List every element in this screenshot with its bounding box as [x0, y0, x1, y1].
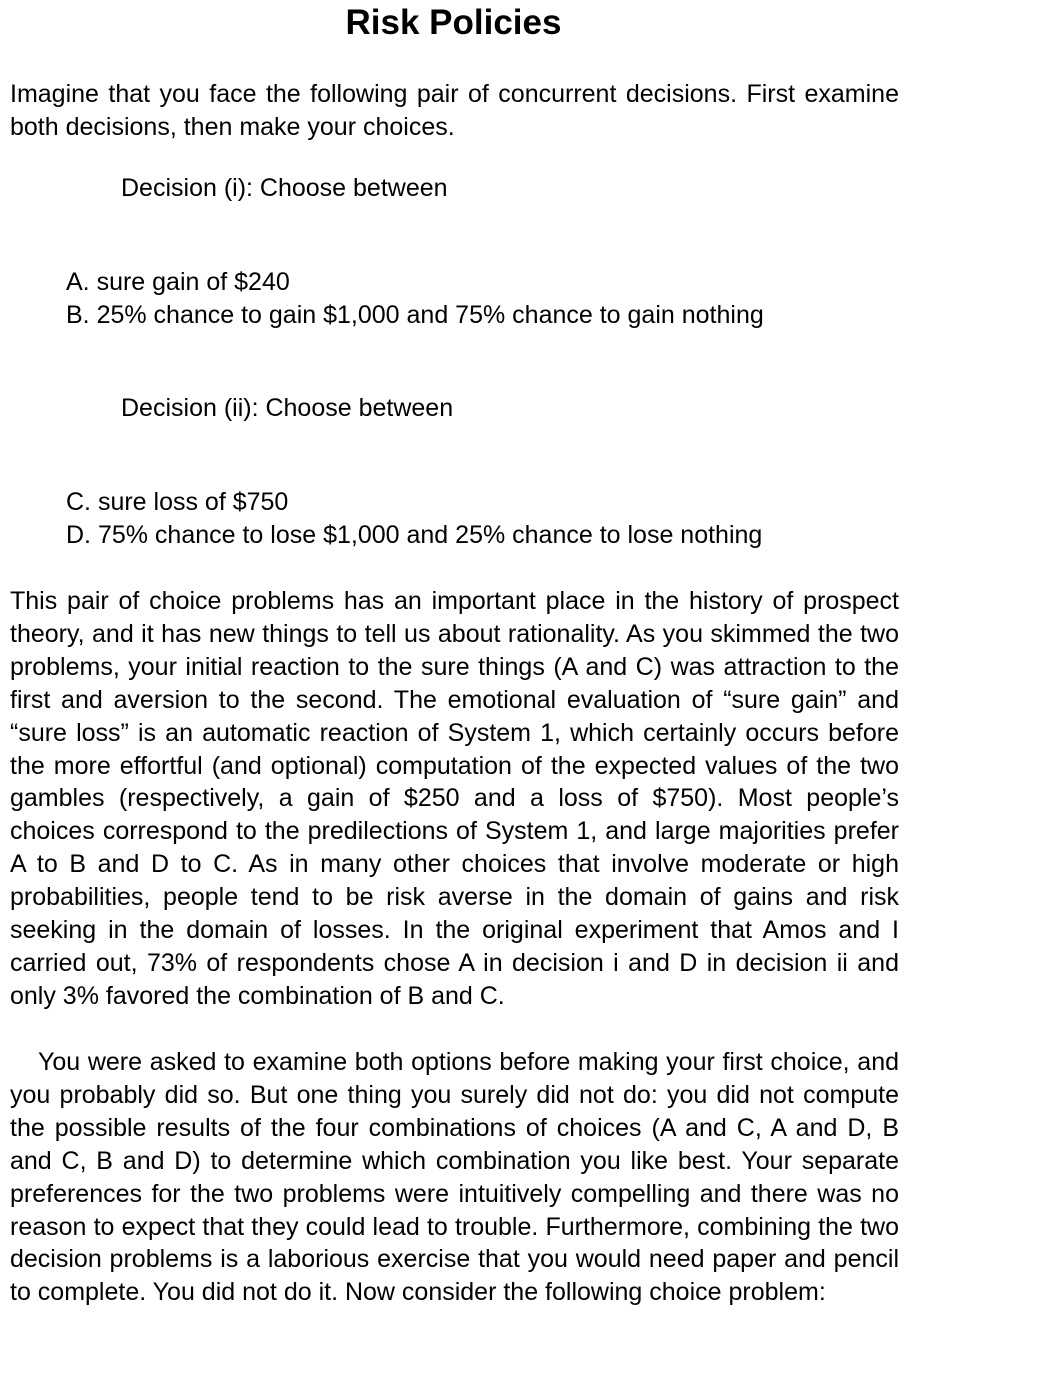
body-paragraph-2: You were asked to examine both options b… [10, 1048, 899, 1307]
intro-paragraph: Imagine that you face the following pair… [10, 80, 899, 141]
document-page: Risk Policies Imagine that you face the … [0, 0, 1050, 1380]
decision-ii-heading: Decision (ii): Choose between [121, 394, 454, 422]
option-d: D. 75% chance to lose $1,000 and 25% cha… [66, 521, 763, 549]
decision-ii-options: C. sure loss of $750 D. 75% chance to lo… [66, 486, 762, 552]
body-paragraph-1: This pair of choice problems has an impo… [10, 587, 899, 1010]
option-c: C. sure loss of $750 [66, 488, 289, 516]
option-b: B. 25% chance to gain $1,000 and 75% cha… [66, 301, 764, 329]
page-title: Risk Policies [345, 3, 562, 42]
decision-i-options: A. sure gain of $240 B. 25% chance to ga… [66, 266, 764, 332]
option-a: A. sure gain of $240 [66, 268, 290, 296]
decision-i-heading: Decision (i): Choose between [121, 174, 448, 202]
